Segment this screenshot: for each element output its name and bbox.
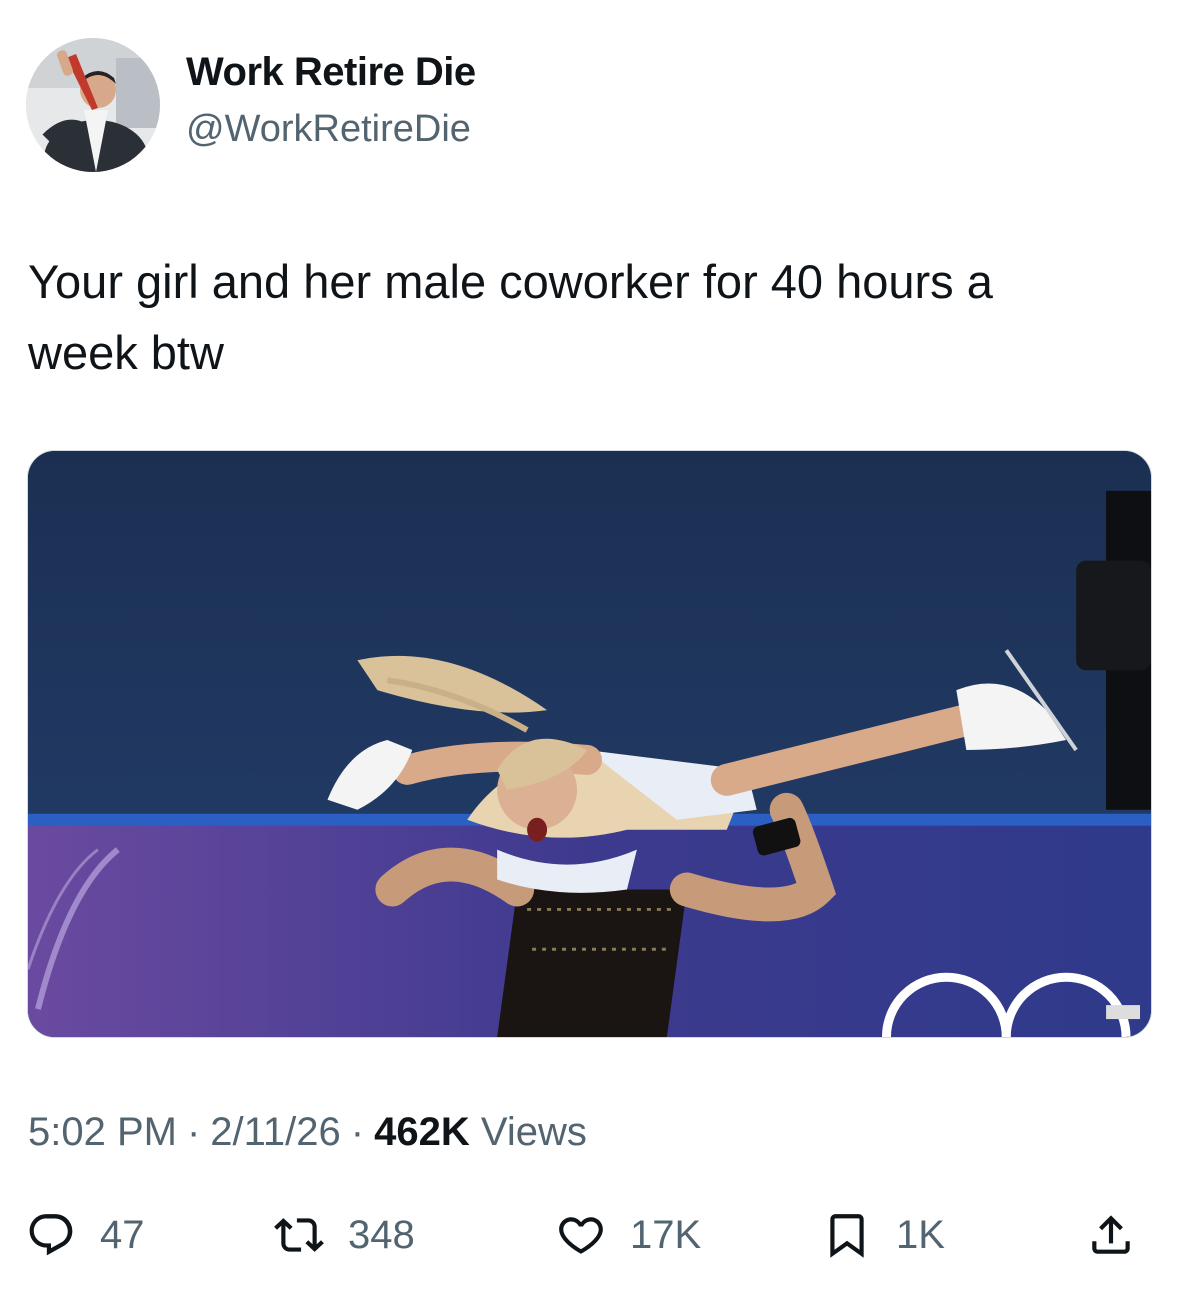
display-name[interactable]: Work Retire Die	[186, 50, 476, 95]
heart-icon	[556, 1210, 606, 1260]
bookmark-icon	[822, 1210, 872, 1260]
views-label: Views	[480, 1110, 587, 1154]
bookmark-button[interactable]: 1K	[822, 1200, 945, 1270]
share-button[interactable]	[1086, 1200, 1136, 1270]
bookmark-count: 1K	[896, 1212, 945, 1257]
avatar[interactable]	[26, 38, 160, 172]
retweet-button[interactable]: 348	[274, 1200, 415, 1270]
figure-skating-photo	[28, 451, 1151, 1037]
tweet-meta: 5:02 PM · 2/11/26 · 462K Views	[28, 1110, 587, 1155]
reply-icon	[26, 1210, 76, 1260]
views-count: 462K	[374, 1110, 470, 1154]
tweet-text-line: week btw	[28, 326, 224, 379]
action-bar: 47 348 17K 1K	[0, 1200, 1179, 1270]
retweet-count: 348	[348, 1212, 415, 1257]
avatar-photo	[26, 38, 160, 172]
tweet-text-line: Your girl and her male coworker for 40 h…	[28, 255, 993, 308]
tweet-time[interactable]: 5:02 PM	[28, 1110, 177, 1154]
handle[interactable]: @WorkRetireDie	[186, 108, 471, 151]
reply-button[interactable]: 47	[26, 1200, 145, 1270]
meta-separator: ·	[186, 1110, 201, 1154]
like-button[interactable]: 17K	[556, 1200, 701, 1270]
share-icon	[1086, 1210, 1136, 1260]
retweet-icon	[274, 1210, 324, 1260]
meta-separator: ·	[350, 1110, 365, 1154]
reply-count: 47	[100, 1212, 145, 1257]
tweet-text: Your girl and her male coworker for 40 h…	[28, 246, 1148, 388]
tweet-media[interactable]	[27, 450, 1152, 1038]
tweet-date[interactable]: 2/11/26	[210, 1110, 341, 1154]
tweet: Work Retire Die @WorkRetireDie Your girl…	[0, 0, 1179, 1309]
like-count: 17K	[630, 1212, 702, 1257]
